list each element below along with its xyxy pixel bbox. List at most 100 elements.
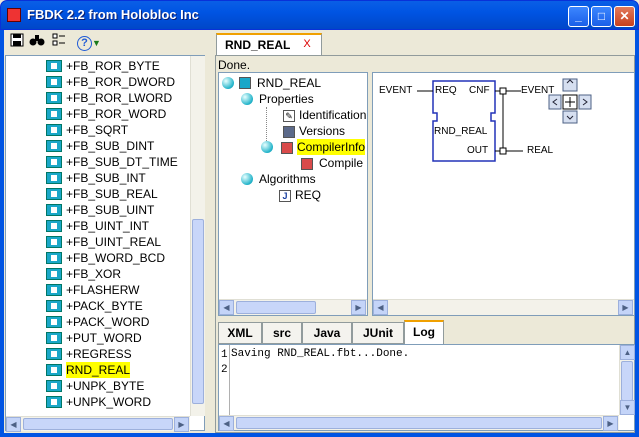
fb-interface-diagram[interactable]: EVENT REQ CNF EVENT RND_REAL OUT REAL ◀ … — [372, 72, 635, 316]
library-item[interactable]: +UNPK_BYTE — [46, 378, 144, 394]
tree-compile[interactable]: Compile — [319, 155, 363, 171]
function-block-icon — [46, 92, 62, 104]
tree-node-handle-icon[interactable] — [261, 141, 273, 153]
scroll-left-arrow[interactable]: ◀ — [6, 417, 21, 432]
library-item[interactable]: +FB_SUB_DINT — [46, 138, 154, 154]
line-number-gutter: 1 2 — [219, 345, 229, 415]
library-item[interactable]: +FB_ROR_LWORD — [46, 90, 172, 106]
log-text[interactable]: Saving RND_REAL.fbt...Done. — [231, 348, 409, 360]
library-item[interactable]: +PACK_BYTE — [46, 298, 143, 314]
tree-req[interactable]: REQ — [295, 187, 321, 203]
library-item[interactable]: +FB_SUB_INT — [46, 170, 146, 186]
scroll-left-arrow[interactable]: ◀ — [373, 300, 388, 315]
fb-type-name[interactable]: RND_REAL — [434, 126, 487, 137]
library-hscroll-thumb[interactable] — [23, 418, 173, 430]
library-item[interactable]: +FB_UINT_INT — [46, 218, 150, 234]
split-pane-divider[interactable] — [206, 33, 212, 433]
tree-compiler-info[interactable]: CompilerInfo — [297, 139, 366, 155]
library-item-label: +UNPK_WORD — [66, 395, 152, 409]
tree-properties[interactable]: Properties — [259, 91, 314, 107]
scroll-right-arrow[interactable]: ▶ — [351, 300, 366, 315]
tree-node-handle-icon[interactable] — [241, 93, 253, 105]
library-item[interactable]: +FLASHERW — [46, 282, 139, 298]
library-vertical-scrollbar[interactable] — [190, 56, 205, 416]
real-data-type[interactable]: REAL — [527, 145, 553, 156]
out-data-output[interactable]: OUT — [467, 145, 488, 156]
library-item[interactable]: +PUT_WORD — [46, 330, 142, 346]
library-horizontal-scrollbar[interactable]: ◀ ▶ — [6, 416, 190, 432]
library-item[interactable]: +FB_ROR_DWORD — [46, 74, 175, 90]
log-scroll-thumb[interactable] — [621, 361, 633, 401]
function-block-icon — [46, 332, 62, 344]
find-binoculars-icon[interactable] — [28, 33, 46, 51]
event-output-type[interactable]: EVENT — [521, 85, 554, 96]
scroll-left-arrow[interactable]: ◀ — [219, 300, 234, 315]
tab-log[interactable]: Log — [404, 320, 444, 344]
event-input-type[interactable]: EVENT — [379, 85, 412, 96]
tab-java[interactable]: Java — [302, 322, 352, 344]
library-tree-panel[interactable]: +FB_ROR_BYTE +FB_ROR_DWORD +FB_ROR_LWORD +F… — [5, 55, 205, 432]
tree-algorithms[interactable]: Algorithms — [259, 171, 316, 187]
library-item-label: +FB_UINT_INT — [66, 219, 150, 233]
function-block-icon — [46, 188, 62, 200]
chevron-down-icon: ▼ — [92, 38, 101, 48]
diagram-horizontal-scrollbar[interactable]: ◀ ▶ — [373, 299, 634, 315]
scroll-down-arrow[interactable]: ▼ — [620, 400, 635, 415]
library-item[interactable]: +REGRESS — [46, 346, 132, 362]
tab-close-icon[interactable]: X — [300, 37, 314, 51]
tab-xml[interactable]: XML — [218, 322, 262, 344]
scroll-left-arrow[interactable]: ◀ — [219, 416, 234, 431]
close-button[interactable]: ✕ — [614, 6, 635, 27]
tab-junit[interactable]: JUnit — [352, 322, 404, 344]
library-item[interactable]: +FB_SQRT — [46, 122, 128, 138]
output-tabs: XML src Java JUnit Log — [218, 320, 635, 344]
scroll-right-arrow[interactable]: ▶ — [618, 300, 633, 315]
log-panel[interactable]: 1 2 Saving RND_REAL.fbt...Done. ▲ ▼ ◀ ▶ — [218, 344, 635, 431]
identification-icon: ✎ — [283, 110, 295, 122]
library-item-label: +PUT_WORD — [66, 331, 142, 345]
save-icon[interactable] — [8, 33, 26, 51]
req-event-input[interactable]: REQ — [435, 85, 457, 96]
library-item-label: +FB_ROR_WORD — [66, 107, 167, 121]
library-item[interactable]: +FB_SUB_REAL — [46, 186, 158, 202]
library-item[interactable]: +FB_ROR_BYTE — [46, 58, 160, 74]
tree-node-handle-icon[interactable] — [241, 173, 253, 185]
tree-root[interactable]: RND_REAL — [257, 75, 321, 91]
help-icon: ? — [77, 36, 93, 51]
log-horizontal-scrollbar[interactable]: ◀ ▶ — [219, 415, 619, 431]
cnf-event-output[interactable]: CNF — [469, 85, 490, 96]
tree-hscroll-thumb[interactable] — [236, 301, 316, 314]
library-item[interactable]: +FB_SUB_DT_TIME — [46, 154, 178, 170]
list-view-icon[interactable] — [50, 33, 68, 51]
tree-node-handle-icon[interactable] — [222, 77, 234, 89]
library-scroll-thumb[interactable] — [192, 219, 204, 404]
fb-property-tree[interactable]: RND_REAL Properties ✎ Identification Ver… — [218, 72, 368, 316]
maximize-button[interactable]: □ — [591, 6, 612, 27]
library-item[interactable]: +FB_ROR_WORD — [46, 106, 167, 122]
scroll-up-arrow[interactable]: ▲ — [620, 345, 635, 360]
window-frame-left — [0, 30, 4, 437]
tree-identification[interactable]: Identification — [299, 107, 366, 123]
title-bar[interactable]: FBDK 2.2 from Holobloc Inc _ □ ✕ — [0, 0, 639, 30]
tree-horizontal-scrollbar[interactable]: ◀ ▶ — [219, 299, 367, 315]
library-list[interactable]: +FB_ROR_BYTE +FB_ROR_DWORD +FB_ROR_LWORD +F… — [6, 56, 190, 416]
log-hscroll-thumb[interactable] — [236, 417, 602, 429]
library-item[interactable]: +FB_SUB_UINT — [46, 202, 154, 218]
scroll-right-arrow[interactable]: ▶ — [174, 417, 189, 432]
library-item[interactable]: +FB_UINT_REAL — [46, 234, 161, 250]
tree-versions[interactable]: Versions — [299, 123, 345, 139]
library-item[interactable]: +FB_XOR — [46, 266, 121, 282]
library-item[interactable]: +FB_WORD_BCD — [46, 250, 165, 266]
library-item[interactable]: +PACK_WORD — [46, 314, 150, 330]
minimize-button[interactable]: _ — [568, 6, 589, 27]
log-vertical-scrollbar[interactable]: ▲ ▼ — [619, 345, 635, 415]
tab-src[interactable]: src — [262, 322, 302, 344]
help-dropdown[interactable]: ? ▼ — [76, 33, 102, 51]
library-item-label: +PACK_WORD — [66, 315, 150, 329]
function-block-icon — [46, 284, 62, 296]
library-item[interactable]: RND_REAL — [46, 362, 131, 378]
scroll-right-arrow[interactable]: ▶ — [603, 416, 618, 431]
function-block-icon — [46, 204, 62, 216]
library-item[interactable]: +UNPK_WORD — [46, 394, 152, 410]
compiler-info-icon — [281, 142, 293, 154]
